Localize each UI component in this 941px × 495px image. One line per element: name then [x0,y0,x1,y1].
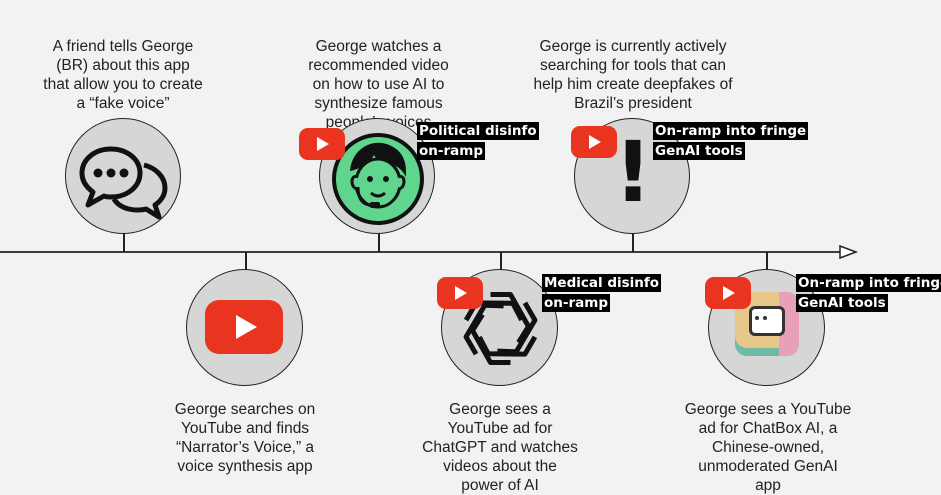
event-1-node [65,118,181,234]
event-3-label: Political disinfo on-ramp [417,122,539,160]
event-1-caption: A friend tells George (BR) about this ap… [43,38,203,112]
timeline-tick [378,232,380,252]
timeline-tick [123,232,125,252]
timeline-tick [632,232,634,252]
event-2-node [186,269,303,386]
youtube-badge-icon [437,277,483,309]
event-6-caption: George sees a YouTube ad for ChatBox AI,… [684,401,852,494]
event-6-label: On-ramp into fringe GenAI tools [796,274,941,314]
event-5-caption: George is currently actively searching f… [533,38,733,112]
youtube-badge-icon [705,277,751,309]
event-2-caption: George searches on YouTube and finds “Na… [174,401,316,475]
event-5-label: On-ramp into fringe GenAI tools [653,122,809,160]
youtube-badge-icon [571,126,617,158]
event-4-caption: George sees a YouTube ad for ChatGPT and… [422,401,578,494]
event-4-label: Medical disinfo on-ramp [542,274,662,312]
speech-bubbles-icon [79,146,168,220]
youtube-logo-icon [205,300,283,354]
youtube-badge-icon [299,128,345,160]
